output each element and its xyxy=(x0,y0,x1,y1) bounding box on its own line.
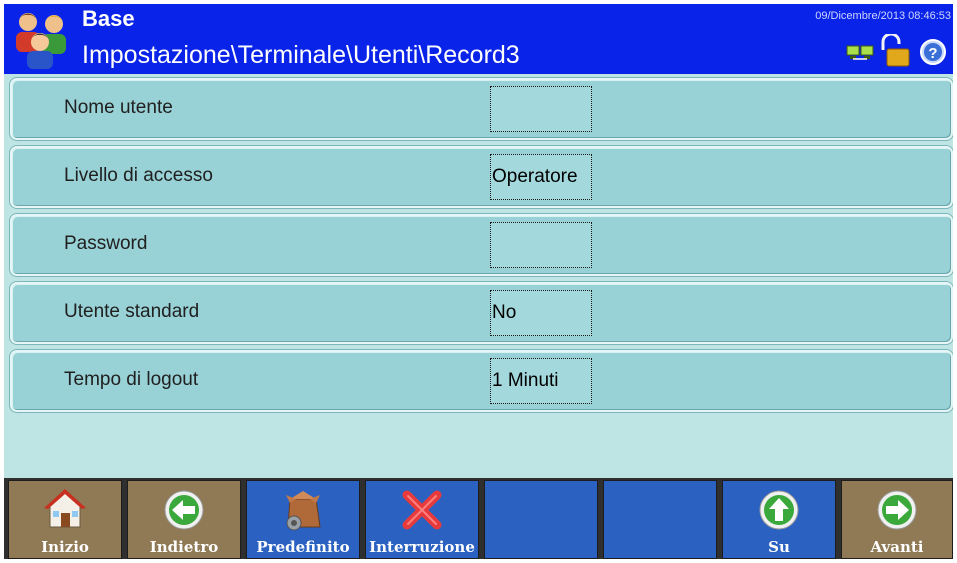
home-icon xyxy=(44,489,86,528)
padlock-open-icon xyxy=(881,34,910,67)
livello-accesso-field[interactable]: Operatore xyxy=(490,154,592,200)
setting-label: Livello di accesso xyxy=(64,165,213,186)
back-button[interactable]: Indietro xyxy=(127,480,241,559)
header-bar: Base Impostazione\Terminale\Utenti\Recor… xyxy=(4,4,953,74)
empty-softkey-6[interactable] xyxy=(603,480,717,559)
arrow-right-icon xyxy=(877,490,917,530)
button-label: Inizio xyxy=(41,538,89,556)
setting-label: Utente standard xyxy=(64,301,200,322)
password-field[interactable] xyxy=(490,222,592,268)
button-label: Avanti xyxy=(870,538,924,556)
softkey-toolbar: Inizio Indietro Predefinito Interruzione… xyxy=(4,478,953,559)
help-icon[interactable]: ? xyxy=(920,39,946,65)
nome-utente-field[interactable] xyxy=(490,86,592,132)
date-time: 09/Dicembre/2013 08:46:53 xyxy=(815,10,951,22)
button-label: Indietro xyxy=(149,538,219,556)
default-box-gear-icon xyxy=(286,491,321,531)
users-group-icon xyxy=(16,13,66,69)
setting-label: Tempo di logout xyxy=(64,369,199,390)
button-label: Su xyxy=(768,538,790,556)
arrow-up-icon xyxy=(759,490,799,530)
tempo-logout-field[interactable]: 1 Minuti xyxy=(490,358,592,404)
setting-row-livello-accesso[interactable]: Livello di accesso Operatore xyxy=(10,146,953,208)
up-button[interactable]: Su xyxy=(722,480,836,559)
cancel-button[interactable]: Interruzione xyxy=(365,480,479,559)
empty-softkey-5[interactable] xyxy=(484,480,598,559)
cancel-x-icon xyxy=(402,490,442,530)
setting-row-password[interactable]: Password xyxy=(10,214,953,276)
home-button[interactable]: Inizio xyxy=(8,480,122,559)
arrow-left-icon xyxy=(164,490,204,530)
setting-row-utente-standard[interactable]: Utente standard No xyxy=(10,282,953,344)
default-button[interactable]: Predefinito xyxy=(246,480,360,559)
setting-label: Password xyxy=(64,233,148,254)
button-label: Interruzione xyxy=(369,538,475,556)
page-title: Base xyxy=(82,6,135,31)
setting-label: Nome utente xyxy=(64,97,173,118)
breadcrumb-path: Impostazione\Terminale\Utenti\Record3 xyxy=(82,41,520,69)
network-icon xyxy=(846,45,874,60)
utente-standard-field[interactable]: No xyxy=(490,290,592,336)
terminal-screen: Base Impostazione\Terminale\Utenti\Recor… xyxy=(4,4,953,559)
svg-text:?: ? xyxy=(928,45,937,62)
button-label: Predefinito xyxy=(256,538,350,556)
status-icons: ? xyxy=(845,34,949,68)
setting-row-nome-utente[interactable]: Nome utente xyxy=(10,78,953,140)
next-button[interactable]: Avanti xyxy=(841,480,953,559)
settings-list: Nome utente Livello di accesso Operatore… xyxy=(10,78,953,418)
setting-row-tempo-logout[interactable]: Tempo di logout 1 Minuti xyxy=(10,350,953,412)
